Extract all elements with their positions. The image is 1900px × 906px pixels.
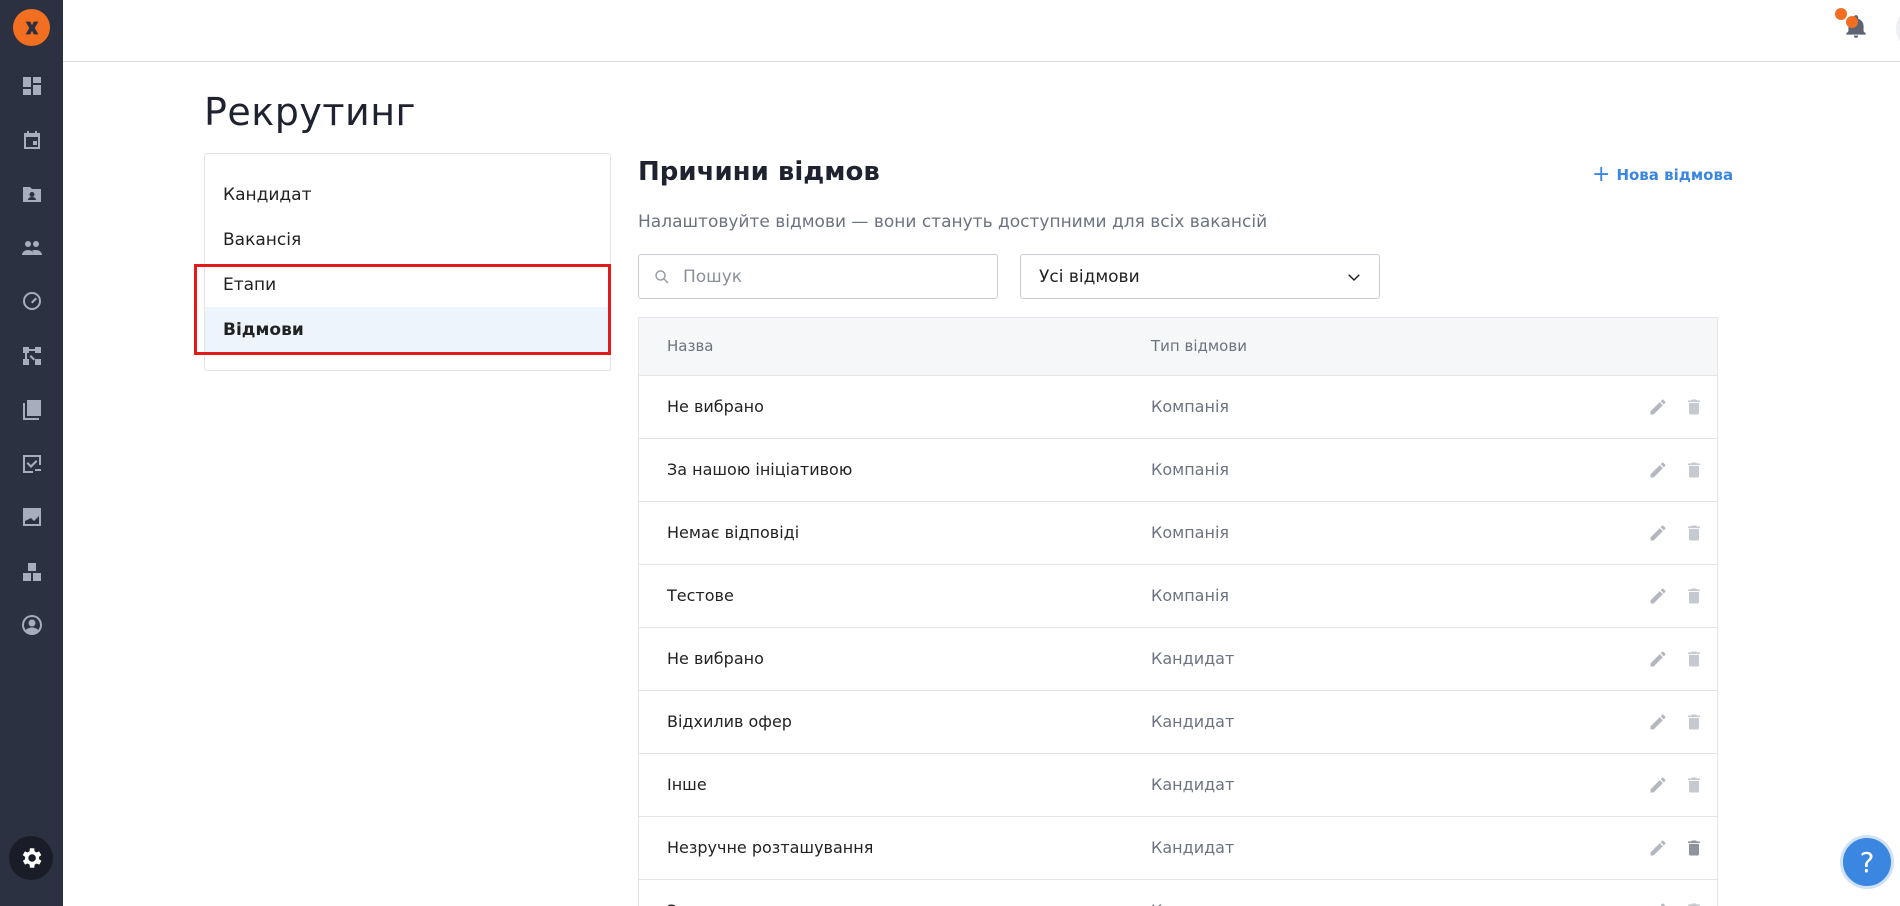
column-header-name: Назва — [667, 337, 714, 355]
rejection-name: За нашою ініціативою — [667, 460, 853, 479]
rejection-type: Компанія — [1151, 397, 1230, 416]
edit-pencil-icon[interactable] — [1647, 585, 1669, 607]
search-field[interactable] — [638, 254, 998, 299]
rejection-name: Зарплата — [667, 901, 747, 906]
section-title: Причини відмов — [638, 157, 880, 187]
table-row[interactable]: Відхилив офер Кандидат — [639, 691, 1717, 754]
candidates-folder-icon[interactable] — [19, 181, 45, 207]
delete-trash-icon[interactable] — [1683, 396, 1705, 418]
settings-menu: Кандидат Вакансія Етапи Відмови — [204, 153, 611, 371]
edit-pencil-icon[interactable] — [1647, 459, 1669, 481]
rejection-type: Кандидат — [1151, 775, 1235, 794]
table-row[interactable]: Незручне розташування Кандидат — [639, 817, 1717, 880]
delete-trash-icon[interactable] — [1683, 774, 1705, 796]
table-row[interactable]: Зарплата Кандидат — [639, 880, 1717, 906]
rejection-name: Незручне розташування — [667, 838, 874, 857]
delete-trash-icon[interactable] — [1683, 585, 1705, 607]
calendar-icon[interactable] — [19, 127, 45, 153]
plus-icon: + — [1592, 162, 1611, 187]
rejection-name: Відхилив офер — [667, 712, 792, 731]
menu-item-candidate[interactable]: Кандидат — [205, 172, 610, 217]
rejection-type: Кандидат — [1151, 712, 1235, 731]
column-header-type: Тип відмови — [1151, 337, 1247, 355]
edit-pencil-icon[interactable] — [1647, 774, 1669, 796]
rejection-name: Не вибрано — [667, 397, 764, 416]
table-header: Назва Тип відмови — [639, 318, 1717, 376]
edit-pencil-icon[interactable] — [1647, 396, 1669, 418]
rejection-type: Кандидат — [1151, 838, 1235, 857]
speedometer-icon[interactable] — [19, 288, 45, 314]
rejections-table: Назва Тип відмови Не вибрано Компанія За н… — [638, 317, 1718, 906]
rejection-type: Кандидат — [1151, 649, 1235, 668]
add-rejection-button[interactable]: + Нова відмова — [1592, 164, 1733, 186]
dashboard-icon[interactable] — [19, 73, 45, 99]
user-avatar[interactable] — [1896, 6, 1900, 51]
rejection-type: Кандидат — [1151, 901, 1234, 906]
rejection-type: Компанія — [1151, 460, 1230, 479]
analytics-chart-icon[interactable] — [19, 504, 45, 530]
section-subtitle: Налаштовуйте відмови — вони стануть дост… — [638, 212, 1268, 232]
delete-trash-icon[interactable] — [1683, 711, 1705, 733]
rejection-name: Тестове — [667, 586, 734, 605]
menu-item-vacancy[interactable]: Вакансія — [205, 217, 610, 262]
app-sidebar — [0, 0, 63, 906]
chevron-down-icon — [1348, 273, 1360, 281]
delete-trash-icon[interactable] — [1683, 837, 1705, 859]
avatar-status-dot — [1835, 8, 1847, 20]
table-row[interactable]: Інше Кандидат — [639, 754, 1717, 817]
library-icon[interactable] — [19, 396, 45, 422]
delete-trash-icon[interactable] — [1683, 900, 1705, 906]
edit-pencil-icon[interactable] — [1647, 837, 1669, 859]
table-row[interactable]: Не вибрано Кандидат — [639, 628, 1717, 691]
settings-gear-icon[interactable] — [9, 836, 53, 880]
delete-trash-icon[interactable] — [1683, 459, 1705, 481]
table-row[interactable]: Не вибрано Компанія — [639, 376, 1717, 439]
rejection-type: Компанія — [1151, 586, 1230, 605]
rejection-name: Немає відповіді — [667, 523, 800, 542]
user-profile-icon[interactable] — [19, 612, 45, 638]
search-input[interactable] — [683, 266, 983, 287]
rejection-type: Компанія — [1151, 523, 1230, 542]
rejection-name: Не вибрано — [667, 649, 764, 668]
table-row[interactable]: За нашою ініціативою Компанія — [639, 439, 1717, 502]
tasks-check-icon[interactable] — [19, 451, 45, 477]
table-row[interactable]: Тестове Компанія — [639, 565, 1717, 628]
edit-pencil-icon[interactable] — [1647, 648, 1669, 670]
app-logo-icon[interactable] — [13, 9, 50, 46]
integrations-icon[interactable] — [19, 559, 45, 585]
rejection-name: Інше — [667, 775, 707, 794]
edit-pencil-icon[interactable] — [1647, 522, 1669, 544]
menu-item-rejections[interactable]: Відмови — [205, 307, 610, 352]
notification-dot — [1846, 16, 1858, 28]
table-row[interactable]: Немає відповіді Компанія — [639, 502, 1717, 565]
search-icon — [655, 269, 669, 284]
rejection-type-select[interactable]: Усі відмови — [1020, 254, 1380, 299]
top-bar — [63, 0, 1900, 62]
edit-pencil-icon[interactable] — [1647, 900, 1669, 906]
page-title: Рекрутинг — [204, 90, 416, 134]
help-button[interactable]: ? — [1840, 835, 1894, 889]
add-rejection-label: Нова відмова — [1616, 166, 1734, 184]
rejection-type-selected: Усі відмови — [1039, 266, 1140, 287]
delete-trash-icon[interactable] — [1683, 648, 1705, 670]
menu-item-stages[interactable]: Етапи — [205, 262, 610, 307]
delete-trash-icon[interactable] — [1683, 522, 1705, 544]
edit-pencil-icon[interactable] — [1647, 711, 1669, 733]
team-icon[interactable] — [19, 235, 45, 261]
pipeline-icon[interactable] — [19, 343, 45, 369]
